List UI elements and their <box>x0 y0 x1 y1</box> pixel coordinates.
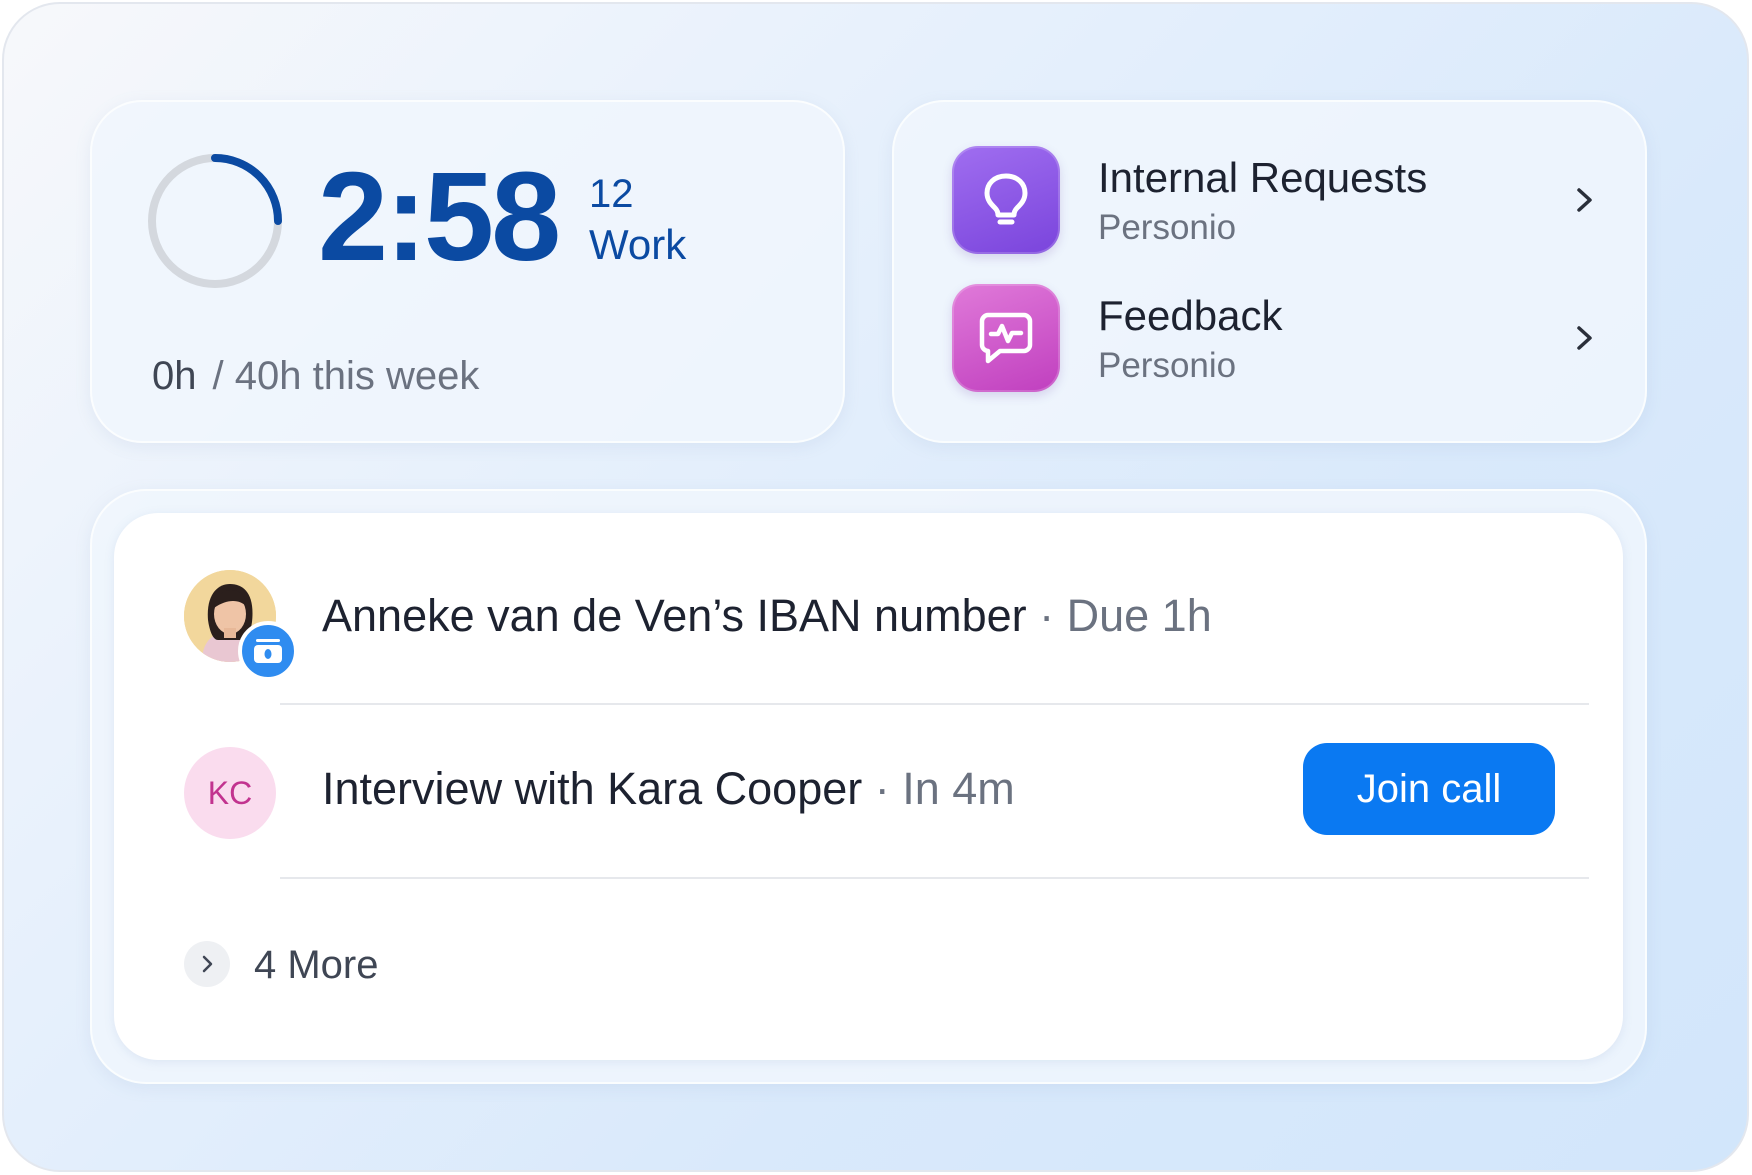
list-item-iban[interactable]: Anneke van de Ven’s IBAN number · Due 1h <box>114 568 1623 681</box>
work-type: 12 Work <box>589 174 686 266</box>
widget-container: 2:58 12 Work 0h / 40h this week Internal … <box>2 2 1749 1172</box>
task-title: Interview with Kara Cooper · In 4m <box>322 763 1015 815</box>
hours-logged: 0h <box>152 354 197 398</box>
time-tracking-card[interactable]: 2:58 12 Work 0h / 40h this week <box>90 100 845 443</box>
app-title: Feedback <box>1098 292 1283 339</box>
task-name: Interview with Kara Cooper <box>322 763 863 814</box>
bank-icon <box>238 621 298 681</box>
task-due: · Due 1h <box>1039 590 1212 641</box>
app-item-internal-requests[interactable]: Internal Requests Personio <box>952 146 1602 256</box>
chat-pulse-icon <box>952 284 1060 392</box>
more-label: 4 More <box>254 943 379 987</box>
lightbulb-icon <box>952 146 1060 254</box>
divider <box>280 703 1589 705</box>
weekly-hours: 0h / 40h this week <box>152 354 479 399</box>
chevron-right-icon <box>1577 188 1592 212</box>
list-item-interview[interactable]: KC Interview with Kara Cooper · In 4m Jo… <box>114 743 1623 843</box>
divider <box>280 877 1589 879</box>
join-call-button[interactable]: Join call <box>1303 743 1555 835</box>
chevron-right-icon <box>184 941 230 987</box>
app-provider: Personio <box>1098 208 1237 247</box>
work-count: 12 <box>589 172 634 216</box>
task-time: · In 4m <box>874 763 1015 814</box>
apps-card: Internal Requests Personio Feedback Pers… <box>892 100 1647 443</box>
task-title: Anneke van de Ven’s IBAN number · Due 1h <box>322 590 1212 642</box>
work-label: Work <box>589 221 687 268</box>
chevron-right-icon <box>1577 326 1592 350</box>
task-list-card: Anneke van de Ven’s IBAN number · Due 1h… <box>90 489 1647 1084</box>
avatar-initials: KC <box>184 747 276 839</box>
elapsed-time: 2:58 <box>318 146 561 287</box>
app-item-feedback[interactable]: Feedback Personio <box>952 284 1602 394</box>
task-list: Anneke van de Ven’s IBAN number · Due 1h… <box>114 513 1623 1060</box>
app-provider: Personio <box>1098 346 1237 385</box>
task-name: Anneke van de Ven’s IBAN number <box>322 590 1027 641</box>
progress-ring <box>148 154 282 288</box>
app-title: Internal Requests <box>1098 154 1428 201</box>
weekly-target: / 40h this week <box>212 354 480 398</box>
